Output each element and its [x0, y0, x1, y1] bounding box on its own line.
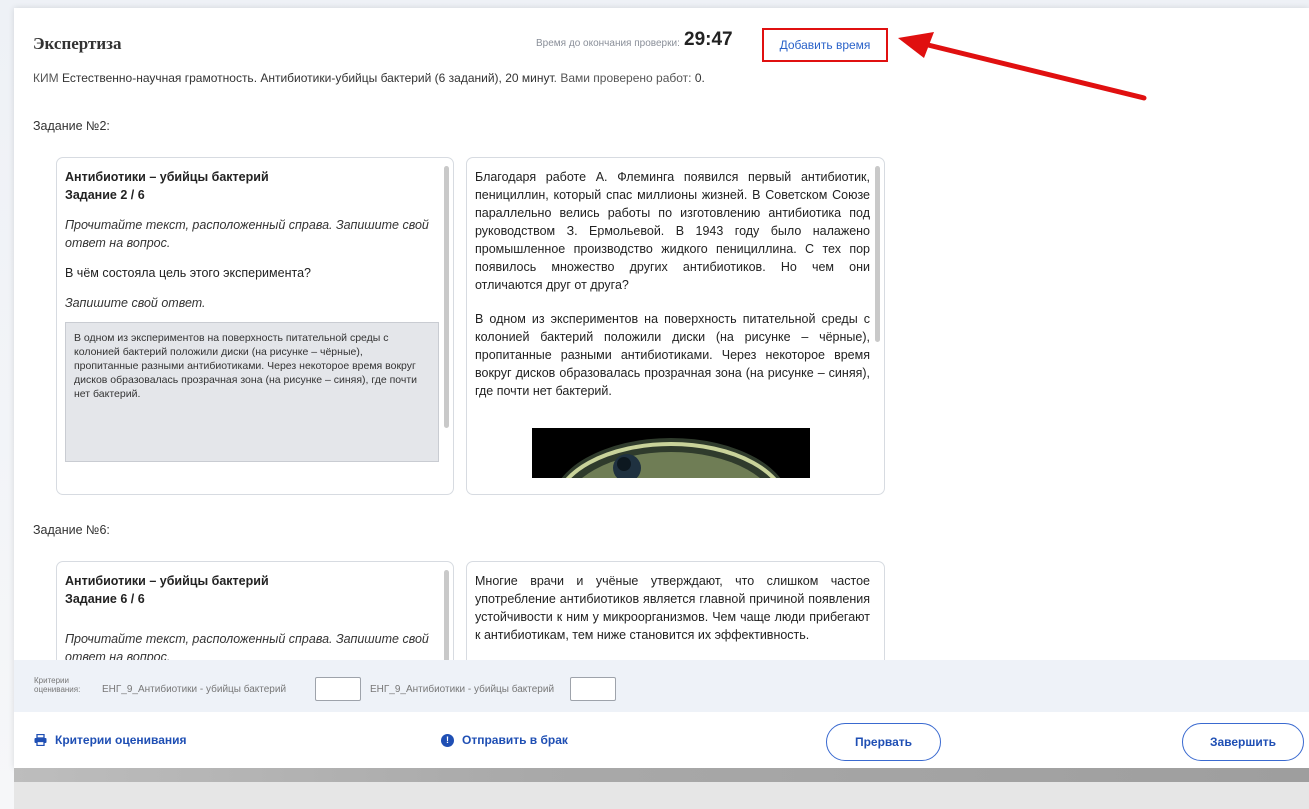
criteria-label: Критерии оценивания: [34, 676, 81, 694]
reject-link[interactable]: ! Отправить в брак [441, 733, 568, 747]
kim-info: КИМ Естественно-научная грамотность. Ант… [33, 71, 705, 85]
finish-button[interactable]: Завершить [1182, 723, 1304, 761]
kim-prefix: КИМ [33, 71, 59, 85]
task-text-card[interactable]: Благодаря работе А. Флеминга появился пе… [466, 157, 885, 495]
source-paragraph: Многие врачи и учёные утверждают, что сл… [475, 574, 870, 642]
scrollbar[interactable] [444, 166, 449, 428]
criterion-name: ЕНГ_9_Антибиотики - убийцы бактерий [102, 684, 287, 695]
timer-label: Время до окончания проверки: [536, 38, 680, 49]
petri-dish-image [532, 428, 810, 478]
task-title: Антибиотики – убийцы бактерий [65, 170, 269, 184]
task-question: В чём состояла цель этого эксперимента? [65, 266, 311, 280]
scrollbar[interactable] [875, 166, 880, 342]
interrupt-button[interactable]: Прервать [826, 723, 941, 761]
annotation-arrow-icon [898, 32, 1147, 101]
add-time-button[interactable]: Добавить время [762, 28, 888, 62]
footer-bar: Критерии оценивания ! Отправить в брак П… [14, 712, 1309, 768]
task-instruction: Прочитайте текст, расположенный справа. … [65, 218, 429, 250]
criterion-score-input[interactable] [315, 677, 361, 701]
task-heading: Задание №2: [33, 119, 110, 133]
task-number: Задание 2 / 6 [65, 188, 145, 202]
task-number: Задание 6 / 6 [65, 592, 145, 606]
kim-checked-count: 0. [694, 71, 705, 85]
printer-icon [34, 734, 47, 746]
window-edge [14, 768, 1309, 782]
page-title: Экспертиза [33, 34, 122, 53]
criteria-bar: Критерии оценивания: ЕНГ_9_Антибиотики -… [14, 660, 1309, 712]
reject-link-label: Отправить в брак [462, 733, 568, 747]
source-paragraph: В одном из экспериментов на поверхность … [475, 312, 870, 398]
student-answer: В одном из экспериментов на поверхность … [65, 322, 439, 462]
task-title: Антибиотики – убийцы бактерий [65, 574, 269, 588]
criteria-link-label: Критерии оценивания [55, 733, 187, 747]
scrollbar[interactable] [444, 570, 449, 666]
criteria-link[interactable]: Критерии оценивания [34, 733, 187, 747]
task-question-card[interactable]: Антибиотики – убийцы бактерий Задание 2 … [56, 157, 454, 495]
task-heading: Задание №6: [33, 523, 110, 537]
info-icon: ! [441, 733, 454, 747]
kim-checked-text: . Вами проверено работ: [553, 71, 695, 85]
answer-prompt: Запишите свой ответ. [65, 296, 206, 310]
criterion-score-input[interactable] [570, 677, 616, 701]
source-paragraph: Благодаря работе А. Флеминга появился пе… [475, 170, 870, 292]
window-edge [14, 782, 1309, 809]
criterion-name: ЕНГ_9_Антибиотики - убийцы бактерий [370, 684, 555, 695]
expertise-panel: Экспертиза Время до окончания проверки: … [14, 8, 1309, 768]
timer-value: 29:47 [684, 29, 733, 50]
kim-name: Естественно-научная грамотность. Антибио… [61, 71, 554, 85]
